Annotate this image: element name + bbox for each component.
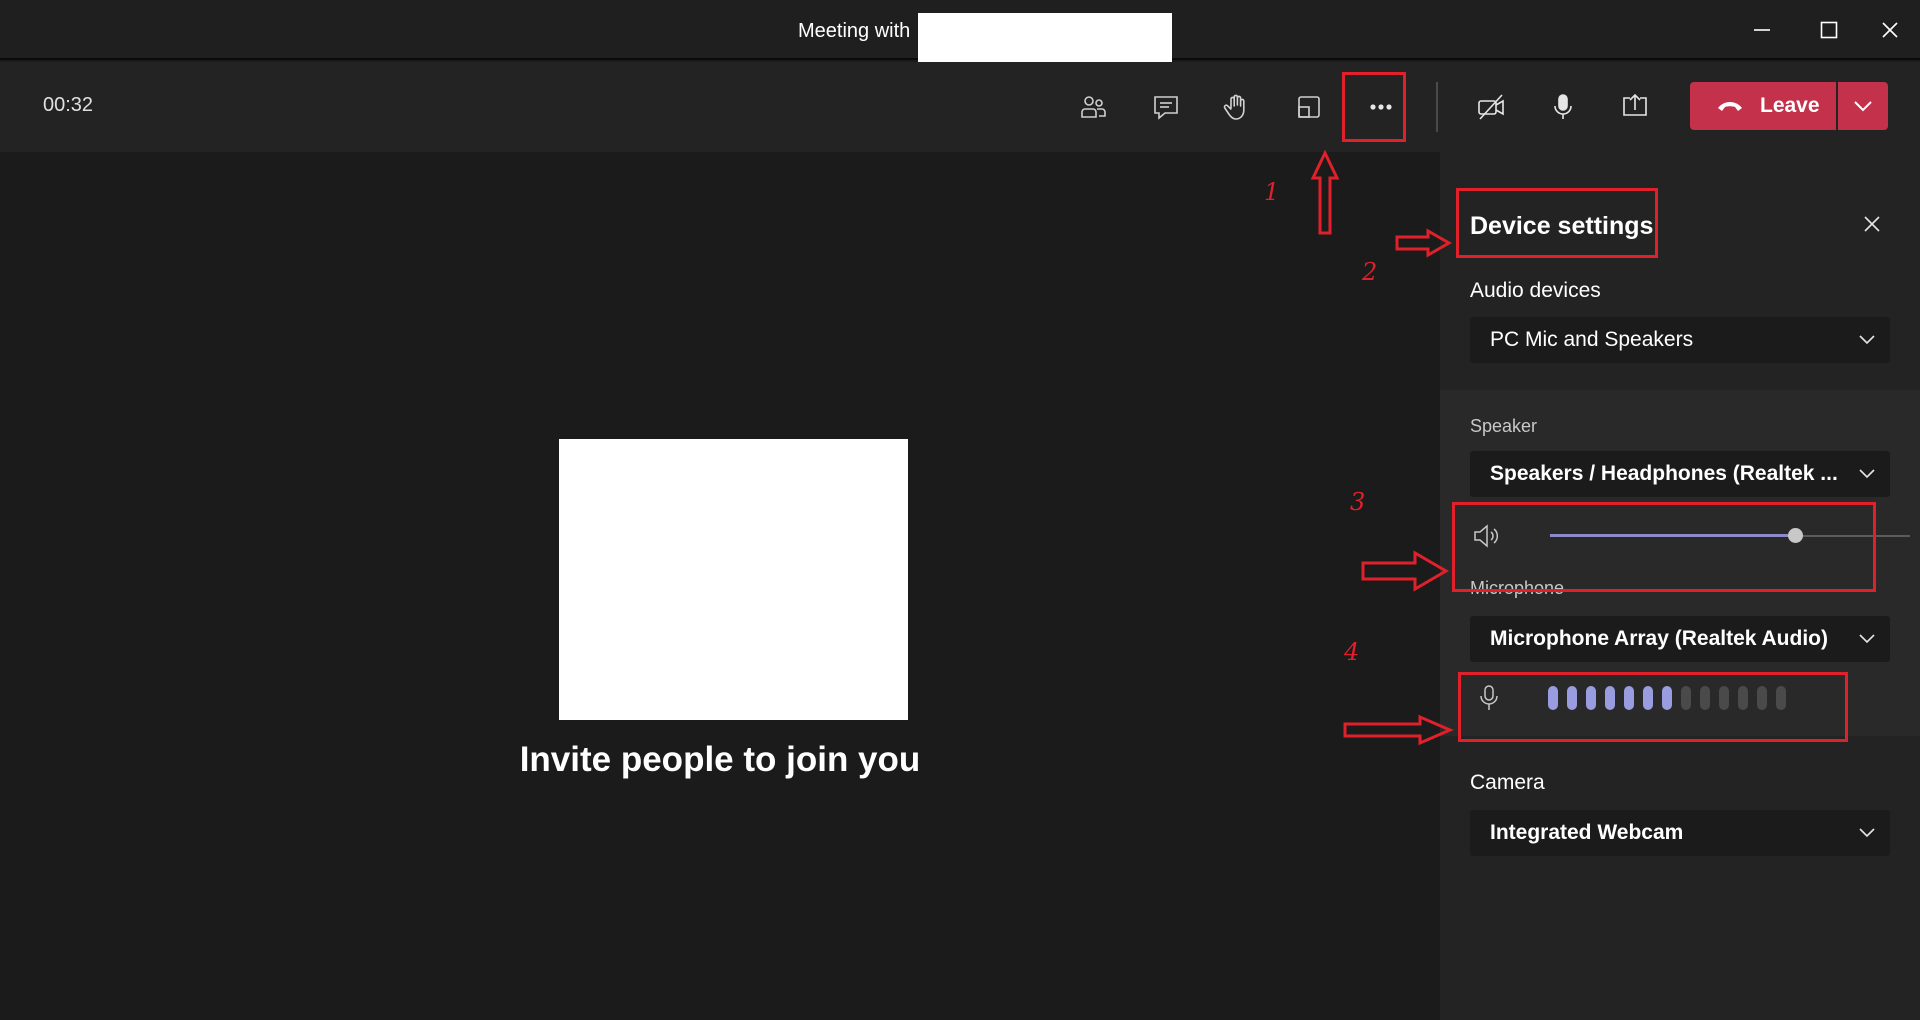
raise-hand-button[interactable]	[1213, 84, 1259, 130]
leave-label: Leave	[1760, 94, 1820, 117]
microphone-value: Microphone Array (Realtek Audio)	[1490, 627, 1828, 650]
microphone-toggle-button[interactable]	[1540, 84, 1586, 130]
annotation-box-microphone-level	[1458, 672, 1848, 742]
annotation-number-3: 3	[1350, 488, 1366, 516]
annotation-arrow-right	[1343, 714, 1454, 746]
window-close-button[interactable]	[1870, 10, 1910, 50]
chevron-down-icon	[1859, 469, 1875, 479]
panel-close-button[interactable]	[1852, 204, 1892, 244]
annotation-box-more-options	[1342, 72, 1406, 142]
camera-off-icon	[1478, 94, 1504, 120]
redacted-name-block	[918, 13, 1172, 63]
share-icon	[1623, 93, 1647, 116]
annotation-arrow-up	[1310, 150, 1340, 235]
maximize-icon	[1820, 21, 1838, 39]
meeting-timer: 00:32	[43, 94, 94, 116]
audio-devices-label: Audio devices	[1470, 279, 1601, 302]
minimize-button[interactable]	[1742, 10, 1782, 50]
speaker-dropdown[interactable]: Speakers / Headphones (Realtek ...	[1470, 451, 1890, 497]
chevron-down-icon	[1859, 335, 1875, 345]
chevron-down-icon	[1859, 828, 1875, 838]
toolbar-separator	[1436, 82, 1438, 132]
camera-dropdown[interactable]: Integrated Webcam	[1470, 810, 1890, 856]
window-title-bar: Meeting with	[0, 0, 1920, 63]
camera-value: Integrated Webcam	[1490, 821, 1684, 844]
chat-button[interactable]	[1143, 84, 1189, 130]
chevron-down-icon	[1859, 634, 1875, 644]
annotation-arrow-right	[1361, 550, 1449, 592]
participants-button[interactable]	[1070, 84, 1116, 130]
microphone-dropdown[interactable]: Microphone Array (Realtek Audio)	[1470, 616, 1890, 662]
chat-icon	[1154, 96, 1178, 120]
close-icon	[1864, 216, 1880, 232]
rooms-icon	[1298, 96, 1320, 118]
people-icon	[1081, 96, 1106, 118]
audio-devices-dropdown[interactable]: PC Mic and Speakers	[1470, 317, 1890, 363]
annotation-box-device-settings	[1456, 188, 1658, 258]
annotation-number-4: 4	[1344, 638, 1360, 666]
leave-button[interactable]: Leave	[1690, 82, 1836, 130]
chevron-down-icon	[1854, 101, 1872, 112]
speaker-label: Speaker	[1470, 416, 1538, 436]
hang-up-icon	[1718, 102, 1742, 111]
camera-label: Camera	[1470, 771, 1545, 794]
annotation-number-2: 2	[1362, 258, 1378, 286]
window-title: Meeting with	[798, 20, 911, 42]
close-icon	[1882, 22, 1898, 38]
meeting-stage: Invite people to join you	[0, 152, 1440, 1020]
maximize-button[interactable]	[1809, 10, 1849, 50]
share-screen-button[interactable]	[1612, 84, 1658, 130]
minimize-icon	[1754, 29, 1770, 31]
annotation-arrow-right	[1395, 228, 1452, 258]
raise-hand-icon	[1223, 94, 1245, 120]
audio-devices-value: PC Mic and Speakers	[1490, 328, 1694, 351]
leave-options-button[interactable]	[1838, 82, 1888, 130]
microphone-icon	[1554, 94, 1572, 119]
meeting-toolbar: 00:32 Leave	[0, 62, 1920, 152]
annotation-box-speaker-volume	[1452, 502, 1876, 592]
invite-heading: Invite people to join you	[519, 740, 921, 779]
annotation-number-1: 1	[1264, 178, 1280, 206]
invite-illustration	[559, 439, 908, 720]
rooms-button[interactable]	[1286, 84, 1332, 130]
speaker-value: Speakers / Headphones (Realtek ...	[1490, 462, 1838, 485]
camera-toggle-button[interactable]	[1468, 84, 1514, 130]
